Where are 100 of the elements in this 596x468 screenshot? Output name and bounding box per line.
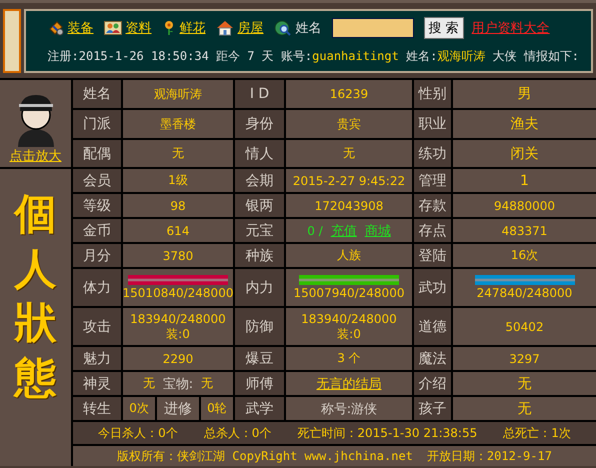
- field-label: 武功: [414, 269, 451, 306]
- field-label: 月分: [73, 244, 121, 267]
- enlarge-link[interactable]: 点击放大: [10, 147, 62, 165]
- summary-stat: 总死亡：1次: [503, 424, 571, 442]
- field-value: 男: [453, 80, 596, 108]
- portrait-placeholder: [3, 9, 21, 73]
- field-label: 种族: [235, 244, 284, 267]
- summary-stat: 死亡时间：2015-1-30 21:38:55: [297, 424, 478, 442]
- summary-stat: 今日杀人：0个: [98, 424, 178, 442]
- field-label: 体力: [73, 269, 121, 306]
- field-label: 孩子: [414, 397, 451, 420]
- stat-line: 183940/248000: [130, 312, 226, 326]
- armor-icon: [48, 20, 64, 36]
- house-icon: [216, 20, 234, 36]
- field-value: 16次: [453, 244, 596, 267]
- field-label: 会员: [73, 169, 121, 192]
- field-label: 管理: [414, 169, 451, 192]
- people-icon: [104, 20, 122, 36]
- field-value: 渔夫: [453, 110, 596, 138]
- field-label: 性别: [414, 80, 451, 108]
- field-label: 会期: [235, 169, 284, 192]
- field-label: 门派: [73, 110, 121, 138]
- field-value: 3 个: [286, 347, 412, 370]
- field-value: 0轮: [200, 397, 233, 420]
- field-value: 0次: [123, 397, 156, 420]
- field-value: 98: [123, 194, 233, 217]
- bar-reading: 15010840/248000: [122, 286, 234, 300]
- field-value: 3297: [453, 347, 596, 370]
- bar-reading: 15007940/248000: [294, 286, 404, 300]
- search-icon: [274, 20, 292, 36]
- field-value: 1: [453, 169, 596, 192]
- field-label: 等级: [73, 194, 121, 217]
- registration-info: 注册:2015-1-26 18:50:34 距今 7 天 账号:guanhaitingt 姓名:观海听涛 大侠 情报如下:: [48, 48, 579, 65]
- field-label: I D: [235, 80, 284, 108]
- field-label: 道德: [414, 308, 451, 345]
- footer-text: 开放日期：2012-9-17: [426, 448, 552, 464]
- field-value: 2290: [123, 347, 233, 370]
- nav-link[interactable]: 鲜花: [180, 19, 206, 37]
- field-label: 爆豆: [235, 347, 284, 370]
- field-value: 172043908: [286, 194, 412, 217]
- field-label: 内力: [235, 269, 284, 306]
- field-label: 武学: [235, 397, 284, 420]
- user-directory-link[interactable]: 用户资料大全: [472, 19, 550, 37]
- shop-link[interactable]: 充值: [330, 222, 357, 240]
- label-text: 宝物:: [162, 376, 194, 392]
- field-label: 存点: [414, 219, 451, 242]
- field-label: 情人: [235, 140, 284, 167]
- field-value: 50402: [453, 308, 596, 345]
- field-label: 登陆: [414, 244, 451, 267]
- field-value: 无: [123, 140, 233, 167]
- field-label: 转生: [73, 397, 121, 420]
- bar-reading: 247840/248000: [476, 286, 572, 300]
- stat-line: 183940/248000: [301, 312, 397, 326]
- field-value: 614: [123, 219, 233, 242]
- field-value: 16239: [286, 80, 412, 108]
- field-label: 银两: [235, 194, 284, 217]
- status-title: 個人狀態: [14, 188, 56, 404]
- field-value: 称号:游侠: [286, 397, 412, 420]
- field-value: 人族: [286, 244, 412, 267]
- summary-stat: 总杀人：0个: [204, 424, 272, 442]
- field-value: 无: [286, 140, 412, 167]
- field-label: 职业: [414, 110, 451, 138]
- field-value: 1级: [123, 169, 233, 192]
- field-label: 魅力: [73, 347, 121, 370]
- stat-line: 装:0: [166, 326, 190, 342]
- name-input-field[interactable]: [332, 18, 414, 38]
- field-label: 神灵: [73, 372, 121, 395]
- field-value: 3780: [123, 244, 233, 267]
- field-value: 94880000: [453, 194, 596, 217]
- field-label: 存款: [414, 194, 451, 217]
- field-label: 进修: [157, 397, 199, 420]
- field-value: 贵宾: [286, 110, 412, 138]
- value-text: 无: [142, 375, 155, 392]
- search-label: 姓名: [296, 20, 322, 37]
- value-text: 无: [201, 375, 214, 392]
- footer-text: 版权所有：侠剑江湖 CopyRight www.jhchina.net: [117, 448, 413, 464]
- field-label: 配偶: [73, 140, 121, 167]
- field-label: 金币: [73, 219, 121, 242]
- field-label: 魔法: [414, 347, 451, 370]
- field-value: 2015-2-27 9:45:22: [286, 169, 412, 192]
- stat-line: 装:0: [337, 326, 361, 342]
- field-value: 闭关: [453, 140, 596, 167]
- field-label: 攻击: [73, 308, 121, 345]
- field-label: 元宝: [235, 219, 284, 242]
- nav-link[interactable]: 房屋: [238, 19, 264, 37]
- field-label: 防御: [235, 308, 284, 345]
- field-value: 观海听涛: [123, 80, 233, 108]
- nav-link[interactable]: 装备: [68, 19, 94, 37]
- ingot-count: 0 /: [307, 224, 323, 238]
- nav-link[interactable]: 资料: [126, 19, 152, 37]
- field-value: 墨香楼: [123, 110, 233, 138]
- field-value: 无: [453, 397, 596, 420]
- shop-link[interactable]: 商城: [364, 222, 391, 240]
- search-button[interactable]: 搜 索: [424, 17, 464, 39]
- field-label: 姓名: [73, 80, 121, 108]
- field-label: 师傅: [235, 372, 284, 395]
- field-label: 介绍: [414, 372, 451, 395]
- field-value: 483371: [453, 219, 596, 242]
- field-label: 身份: [235, 110, 284, 138]
- field-value: 无: [453, 372, 596, 395]
